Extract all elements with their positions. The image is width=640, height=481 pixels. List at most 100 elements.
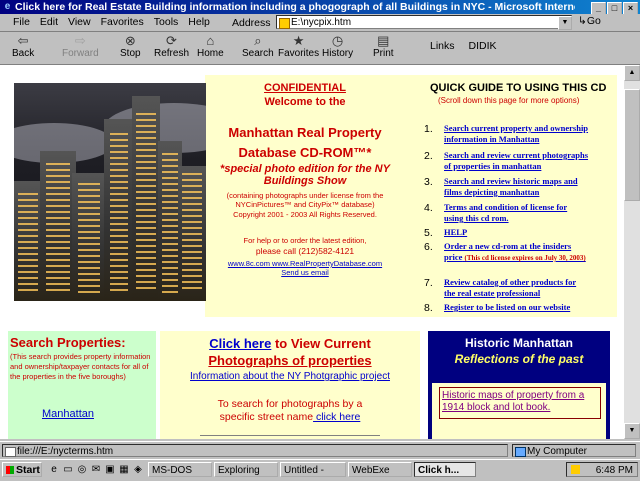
help-phone: please call (212)582-4121	[255, 246, 355, 256]
quick-launch-app-icon[interactable]: ▦	[118, 464, 130, 476]
guide-item-number: 6.	[424, 241, 433, 253]
photographic-project-link[interactable]: Information about the NY Photgraphic pro…	[160, 371, 420, 382]
guide-item-number: 3.	[424, 176, 433, 188]
street-search-line2: specific street name click here	[219, 411, 361, 423]
page-icon	[279, 18, 290, 29]
search-button[interactable]: ⌕ Search	[242, 33, 274, 60]
my-computer-icon	[515, 447, 526, 457]
back-button[interactable]: ⇦ Back	[12, 33, 35, 60]
close-button[interactable]: ×	[623, 2, 638, 14]
guide-item-link[interactable]: Search and review current photographs of …	[444, 150, 618, 172]
guide-item-link[interactable]: Terms and condition of license for using …	[444, 202, 618, 224]
start-button[interactable]: Start	[2, 462, 42, 477]
quick-launch-app-icon[interactable]: ◈	[132, 464, 144, 476]
click-here-link[interactable]: Click here	[209, 336, 271, 351]
favorites-button[interactable]: ★ Favorites	[278, 34, 319, 60]
street-search-link[interactable]: click here	[313, 411, 360, 423]
history-button[interactable]: ◷ History	[322, 34, 353, 60]
minimize-button[interactable]: _	[591, 2, 606, 14]
guide-item-number: 8.	[424, 302, 433, 314]
guide-item-link[interactable]: Search and review historic maps and films…	[444, 176, 618, 198]
quick-launch-ie-icon[interactable]: e	[48, 464, 60, 476]
address-value: E:\nycpix.htm	[291, 17, 352, 28]
system-tray: 6:48 PM	[566, 462, 638, 477]
search-icon: ⌕	[254, 33, 262, 48]
zone-text: My Computer	[527, 446, 588, 457]
home-button[interactable]: ⌂ Home	[197, 33, 224, 60]
menu-edit[interactable]: Edit	[35, 14, 63, 30]
guide-item-link[interactable]: Review catalog of other products for the …	[444, 277, 618, 299]
scroll-thumb[interactable]	[624, 89, 640, 201]
task-webexe[interactable]: WebExe	[348, 462, 412, 477]
guide-item-number: 1.	[424, 123, 433, 135]
search-properties-panel: Search Properties: (This search provides…	[8, 331, 156, 439]
special-edition-line1: *special photo edition for the NY	[220, 163, 390, 175]
links-item-didik[interactable]: DIDIK	[469, 40, 497, 52]
guide-item-link[interactable]: Search current property and ownership inf…	[444, 123, 618, 145]
address-dropdown-icon[interactable]: ▼	[558, 16, 572, 30]
menu-file[interactable]: File	[8, 14, 35, 30]
divider	[200, 435, 380, 436]
stop-button[interactable]: ⊗ Stop	[120, 34, 141, 60]
quick-launch-channels-icon[interactable]: ◎	[76, 464, 88, 476]
special-edition-line2: Buildings Show	[263, 175, 347, 187]
go-button[interactable]: ↳Go	[578, 15, 601, 27]
historic-link-box: Historic maps of property from a 1914 bl…	[432, 383, 606, 439]
print-icon: ▤	[377, 33, 390, 48]
home-icon: ⌂	[206, 33, 215, 48]
scroll-up-icon[interactable]: ▲	[624, 65, 640, 81]
quick-launch-app-icon[interactable]: ▣	[104, 464, 116, 476]
license-line1: (containing photographs under license fr…	[226, 191, 384, 200]
task-ms-dos[interactable]: MS-DOS	[148, 462, 212, 477]
address-input[interactable]: E:\nycpix.htm	[276, 15, 572, 29]
website-link[interactable]: www.8c.com www.RealPropertyDatabase.com	[205, 259, 405, 268]
tray-icon[interactable]	[571, 465, 580, 474]
historic-maps-link[interactable]: Historic maps of property from a 1914 bl…	[439, 387, 601, 419]
nyc-skyline-photo	[14, 83, 206, 301]
guide-item-link[interactable]: Register to be listed on our website	[444, 302, 618, 313]
task-click-here[interactable]: Click h...	[414, 462, 476, 477]
guide-item-link[interactable]: Order a new cd-rom at the insiders price …	[444, 241, 618, 264]
help-line1: For help or to order the latest edition,	[243, 236, 367, 245]
confidential-label: CONFIDENTIAL	[264, 82, 346, 94]
zone-panel: My Computer	[512, 444, 636, 457]
back-label: Back	[12, 48, 35, 59]
window-title-bar[interactable]: e Click here for Real Estate Building inf…	[0, 0, 640, 14]
refresh-label: Refresh	[154, 48, 190, 59]
menu-tools[interactable]: Tools	[149, 14, 184, 30]
welcome-text: Welcome to the	[264, 96, 346, 108]
db-title-line2: Database CD-ROM™*	[238, 145, 372, 160]
quick-launch-desktop-icon[interactable]: ▭	[62, 464, 74, 476]
forward-button[interactable]: ⇨ Forward	[62, 34, 99, 60]
page-icon	[5, 447, 16, 457]
refresh-icon: ⟳	[166, 33, 177, 48]
refresh-button[interactable]: ⟳ Refresh	[154, 33, 190, 60]
back-arrow-icon: ⇦	[17, 33, 29, 48]
go-label: Go	[586, 15, 601, 27]
search-properties-desc: (This search provides property informati…	[10, 352, 151, 381]
links-label: Links	[430, 40, 455, 52]
db-title-line1: Manhattan Real Property	[228, 125, 382, 140]
maximize-button[interactable]: □	[607, 2, 622, 14]
scroll-down-icon[interactable]: ▼	[624, 423, 640, 439]
photos-title-line2[interactable]: Photographs of properties	[160, 353, 420, 368]
menu-favorites[interactable]: Favorites	[96, 14, 149, 30]
photos-title-rest: to View Current	[271, 336, 371, 351]
task-untitled[interactable]: Untitled -	[280, 462, 346, 477]
print-label: Print	[373, 48, 394, 59]
stop-label: Stop	[120, 48, 141, 59]
status-bar: file:///E:/nycterms.htm My Computer	[0, 441, 640, 460]
manhattan-link[interactable]: Manhattan	[42, 408, 94, 420]
license-line2: NYCinPictures™ and CityPix™ database)	[235, 200, 375, 209]
task-exploring[interactable]: Exploring	[214, 462, 278, 477]
vertical-scrollbar[interactable]: ▲ ▼	[624, 65, 640, 439]
ie-icon: e	[4, 1, 11, 12]
status-text: file:///E:/nycterms.htm	[17, 446, 114, 457]
quick-launch-outlook-icon[interactable]: ✉	[90, 464, 102, 476]
menu-view[interactable]: View	[63, 14, 96, 30]
guide-item-link[interactable]: HELP	[444, 227, 618, 238]
menu-help[interactable]: Help	[183, 14, 215, 30]
email-link[interactable]: Send us email	[205, 268, 405, 277]
clock[interactable]: 6:48 PM	[596, 465, 633, 476]
print-button[interactable]: ▤ Print	[373, 33, 394, 60]
